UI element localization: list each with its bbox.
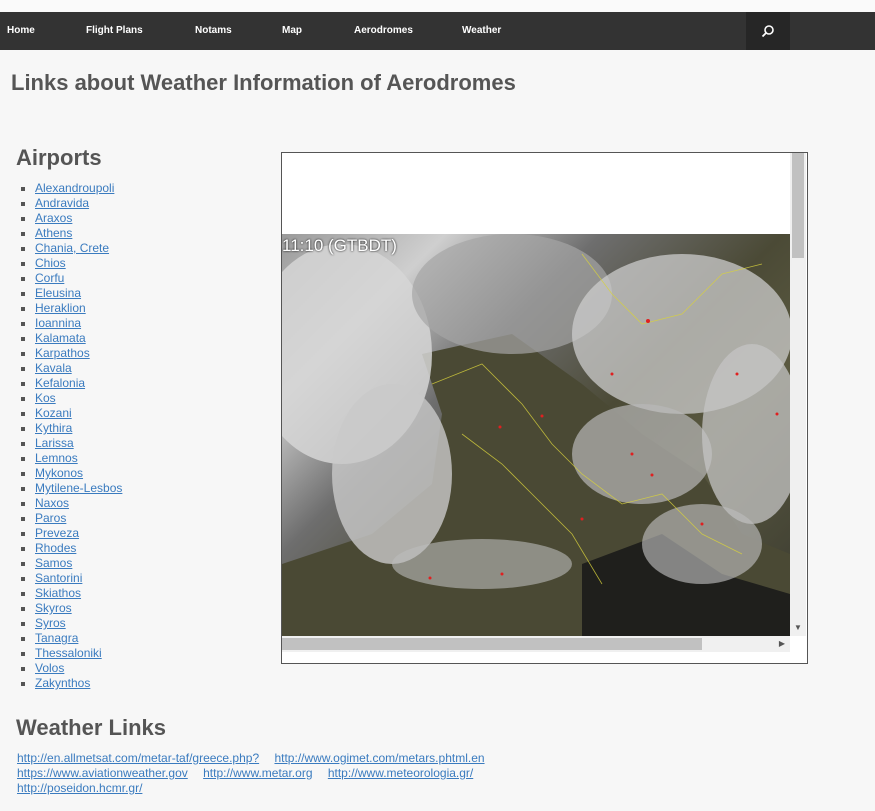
list-item: Ioannina — [0, 316, 122, 331]
weather-links-heading: Weather Links — [16, 715, 166, 740]
airport-link-kythira[interactable]: Kythira — [35, 421, 72, 435]
satellite-timestamp: 11:10 (GTBDT) — [282, 236, 397, 255]
airport-link-lemnos[interactable]: Lemnos — [35, 451, 78, 465]
airport-link-zakynthos[interactable]: Zakynthos — [35, 676, 90, 690]
list-item: Kos — [0, 391, 122, 406]
airport-link-paros[interactable]: Paros — [35, 511, 66, 525]
list-item: Mykonos — [0, 466, 122, 481]
list-item: Naxos — [0, 496, 122, 511]
list-item: Corfu — [0, 271, 122, 286]
list-item: Thessaloniki — [0, 646, 122, 661]
airport-link-skyros[interactable]: Skyros — [35, 601, 72, 615]
airport-link-kavala[interactable]: Kavala — [35, 361, 72, 375]
satellite-image: 11:10 (GTBDT) — [282, 234, 790, 636]
list-item: Athens — [0, 226, 122, 241]
top-strip — [0, 0, 875, 12]
airport-link-volos[interactable]: Volos — [35, 661, 64, 675]
weather-link-allmetsat[interactable]: http://en.allmetsat.com/metar-taf/greece… — [17, 751, 259, 765]
nav-map[interactable]: Map — [282, 12, 302, 50]
satellite-iframe[interactable]: 11:10 (GTBDT) ▼ ▶ — [281, 152, 808, 664]
list-item: Skiathos — [0, 586, 122, 601]
weather-link-meteorologia[interactable]: http://www.meteorologia.gr/ — [328, 766, 473, 780]
list-item: Santorini — [0, 571, 122, 586]
airport-link-chania-crete[interactable]: Chania, Crete — [35, 241, 109, 255]
list-item: Alexandroupoli — [0, 181, 122, 196]
list-item: Skyros — [0, 601, 122, 616]
horizontal-scrollbar-thumb[interactable] — [282, 638, 702, 650]
airport-link-skiathos[interactable]: Skiathos — [35, 586, 81, 600]
weather-links-list: http://en.allmetsat.com/metar-taf/greece… — [17, 751, 517, 796]
airport-link-mytilene-lesbos[interactable]: Mytilene-Lesbos — [35, 481, 122, 495]
airport-link-kefalonia[interactable]: Kefalonia — [35, 376, 85, 390]
weather-link-aviationweather[interactable]: https://www.aviationweather.gov — [17, 766, 188, 780]
airport-link-thessaloniki[interactable]: Thessaloniki — [35, 646, 102, 660]
list-item: Andravida — [0, 196, 122, 211]
list-item: Preveza — [0, 526, 122, 541]
search-icon — [761, 24, 774, 37]
airport-link-kozani[interactable]: Kozani — [35, 406, 72, 420]
page-title: Links about Weather Information of Aerod… — [11, 70, 516, 95]
airport-link-araxos[interactable]: Araxos — [35, 211, 72, 225]
airport-link-ioannina[interactable]: Ioannina — [35, 316, 81, 330]
list-item: Larissa — [0, 436, 122, 451]
weather-link-ogimet[interactable]: http://www.ogimet.com/metars.phtml.en — [274, 751, 484, 765]
satellite-image-svg — [282, 234, 790, 636]
airport-list: Alexandroupoli Andravida Araxos Athens C… — [0, 181, 122, 691]
airport-link-alexandroupoli[interactable]: Alexandroupoli — [35, 181, 114, 195]
list-item: Mytilene-Lesbos — [0, 481, 122, 496]
list-item: Tanagra — [0, 631, 122, 646]
airport-link-andravida[interactable]: Andravida — [35, 196, 89, 210]
airport-link-larissa[interactable]: Larissa — [35, 436, 74, 450]
nav-notams[interactable]: Notams — [195, 12, 232, 50]
weather-link-poseidon[interactable]: http://poseidon.hcmr.gr/ — [17, 781, 142, 795]
list-item: Zakynthos — [0, 676, 122, 691]
airport-link-mykonos[interactable]: Mykonos — [35, 466, 83, 480]
list-item: Karpathos — [0, 346, 122, 361]
list-item: Eleusina — [0, 286, 122, 301]
list-item: Samos — [0, 556, 122, 571]
airport-link-naxos[interactable]: Naxos — [35, 496, 69, 510]
airport-link-eleusina[interactable]: Eleusina — [35, 286, 81, 300]
airport-link-kalamata[interactable]: Kalamata — [35, 331, 86, 345]
scroll-right-arrow-icon[interactable]: ▶ — [774, 636, 790, 652]
list-item: Paros — [0, 511, 122, 526]
list-item: Araxos — [0, 211, 122, 226]
list-item: Kozani — [0, 406, 122, 421]
list-item: Kefalonia — [0, 376, 122, 391]
list-item: Heraklion — [0, 301, 122, 316]
airport-link-chios[interactable]: Chios — [35, 256, 66, 270]
airport-link-karpathos[interactable]: Karpathos — [35, 346, 90, 360]
airport-link-corfu[interactable]: Corfu — [35, 271, 64, 285]
list-item: Kavala — [0, 361, 122, 376]
list-item: Volos — [0, 661, 122, 676]
airports-heading: Airports — [16, 145, 102, 170]
list-item: Lemnos — [0, 451, 122, 466]
list-item: Chania, Crete — [0, 241, 122, 256]
nav-home[interactable]: Home — [7, 12, 35, 50]
airport-link-samos[interactable]: Samos — [35, 556, 72, 570]
list-item: Kythira — [0, 421, 122, 436]
airport-link-tanagra[interactable]: Tanagra — [35, 631, 78, 645]
list-item: Kalamata — [0, 331, 122, 346]
search-button[interactable] — [746, 12, 790, 50]
list-item: Syros — [0, 616, 122, 631]
list-item: Rhodes — [0, 541, 122, 556]
airport-link-syros[interactable]: Syros — [35, 616, 66, 630]
list-item: Chios — [0, 256, 122, 271]
airport-link-heraklion[interactable]: Heraklion — [35, 301, 86, 315]
weather-link-metar[interactable]: http://www.metar.org — [203, 766, 312, 780]
vertical-scrollbar-thumb[interactable] — [792, 153, 804, 258]
airport-link-kos[interactable]: Kos — [35, 391, 56, 405]
nav-weather[interactable]: Weather — [462, 12, 501, 50]
airport-link-santorini[interactable]: Santorini — [35, 571, 82, 585]
horizontal-scrollbar[interactable]: ▶ — [282, 636, 790, 652]
scroll-down-arrow-icon[interactable]: ▼ — [790, 620, 806, 636]
nav-aerodromes[interactable]: Aerodromes — [354, 12, 413, 50]
airport-link-athens[interactable]: Athens — [35, 226, 72, 240]
airport-link-rhodes[interactable]: Rhodes — [35, 541, 76, 555]
nav-flight-plans[interactable]: Flight Plans — [86, 12, 143, 50]
vertical-scrollbar[interactable]: ▼ — [790, 153, 806, 636]
main-navbar: Home Flight Plans Notams Map Aerodromes … — [0, 12, 875, 50]
airport-link-preveza[interactable]: Preveza — [35, 526, 79, 540]
